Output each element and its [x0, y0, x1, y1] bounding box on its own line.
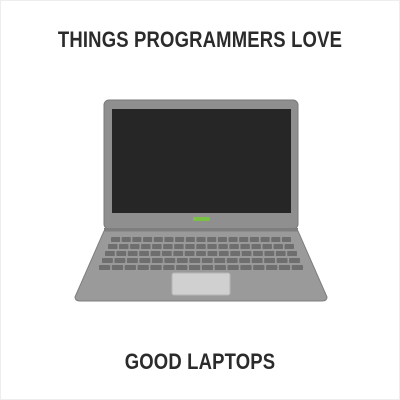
- keyboard-key: [152, 244, 162, 249]
- keyboard-key: [189, 258, 201, 263]
- keyboard-key: [207, 244, 217, 249]
- keyboard-key: [153, 237, 163, 242]
- keyboard-key: [196, 244, 206, 249]
- keyboard-key: [164, 237, 174, 242]
- keyboard-key: [266, 265, 278, 270]
- keyboard-key: [143, 237, 153, 242]
- keyboard-key: [273, 244, 283, 249]
- keyboard-key: [188, 265, 201, 270]
- keyboard-key: [276, 258, 288, 263]
- keyboard-key: [114, 258, 126, 263]
- keyboard-key: [230, 251, 241, 256]
- keyboard-key: [218, 244, 228, 249]
- keyboard-key: [121, 237, 131, 242]
- keyboard-key: [126, 258, 138, 263]
- keyboard-key: [287, 251, 297, 256]
- keyboard-key: [102, 258, 113, 263]
- keyboard-key: [119, 244, 129, 249]
- keyboard-key: [108, 244, 118, 249]
- keyboard-key: [151, 258, 163, 263]
- keyboard-key: [163, 265, 175, 270]
- keyboard-key: [262, 244, 272, 249]
- touchpad: [171, 272, 231, 296]
- keyboard-key: [271, 237, 281, 242]
- keyboard-key: [218, 251, 229, 256]
- keyboard-key: [227, 265, 239, 270]
- keyboard-key: [175, 237, 185, 242]
- keyboard-key: [240, 265, 252, 270]
- keyboard-key: [111, 237, 121, 242]
- keyboard-key: [281, 237, 291, 242]
- keyboard-key: [239, 258, 251, 263]
- keyboard-key: [137, 265, 149, 270]
- keyboard-key: [99, 265, 111, 270]
- keyboard-key: [207, 237, 217, 242]
- keyboard-key: [284, 244, 294, 249]
- keyboard-key: [164, 258, 176, 263]
- keyboard-key: [289, 258, 301, 263]
- keyboard-key: [161, 251, 172, 256]
- keyboard-key: [124, 265, 136, 270]
- keyboard-key: [275, 251, 286, 256]
- keyboard-key: [239, 237, 249, 242]
- keyboard-key: [163, 244, 173, 249]
- keyboard-key: [185, 244, 195, 249]
- keyboard-key: [132, 237, 142, 242]
- keyboard-key: [127, 251, 138, 256]
- keyboard-key: [214, 258, 226, 263]
- keyboard-key: [264, 251, 275, 256]
- keyboard-key: [184, 251, 195, 256]
- keyboard-key: [105, 251, 115, 256]
- keyboard-key: [264, 258, 276, 263]
- keyboard-key: [253, 251, 263, 256]
- bottom-caption: GOOD LAPTOPS: [124, 349, 276, 374]
- keyboard-key: [251, 244, 261, 249]
- keyboard-key: [139, 258, 151, 263]
- laptop-illustration: [74, 99, 328, 302]
- keyboard-key: [214, 265, 226, 270]
- keyboard-key: [291, 265, 303, 270]
- keyboard-key: [150, 265, 162, 270]
- laptop-screen: [112, 109, 291, 213]
- keyboard-key: [174, 244, 184, 249]
- keyboard-key: [241, 251, 252, 256]
- keyboard-key: [260, 237, 270, 242]
- laptop-icon: [74, 99, 328, 302]
- keyboard-key: [217, 237, 227, 242]
- keyboard-key: [176, 258, 188, 263]
- keyboard-key: [228, 237, 238, 242]
- keyboard-key: [278, 265, 291, 270]
- keyboard-key: [201, 265, 214, 270]
- keyboard-key: [207, 251, 218, 256]
- keyboard-key: [249, 237, 259, 242]
- keyboard-key: [185, 237, 195, 242]
- keyboard-key: [150, 251, 161, 256]
- keyboard-key: [196, 251, 206, 256]
- keyboard-key: [130, 244, 140, 249]
- keyboard-key: [141, 244, 151, 249]
- keyboard-key: [176, 265, 188, 270]
- keyboard-key: [229, 244, 239, 249]
- keyboard-key: [139, 251, 149, 256]
- keyboard-key: [253, 265, 265, 270]
- keyboard-key: [111, 265, 124, 270]
- keyboard-key: [196, 237, 206, 242]
- keyboard-key: [226, 258, 238, 263]
- keyboard-key: [251, 258, 263, 263]
- power-indicator: [193, 217, 210, 221]
- keyboard-key: [173, 251, 184, 256]
- keyboard-key: [201, 258, 213, 263]
- keyboard-key: [116, 251, 127, 256]
- keyboard-key: [240, 244, 250, 249]
